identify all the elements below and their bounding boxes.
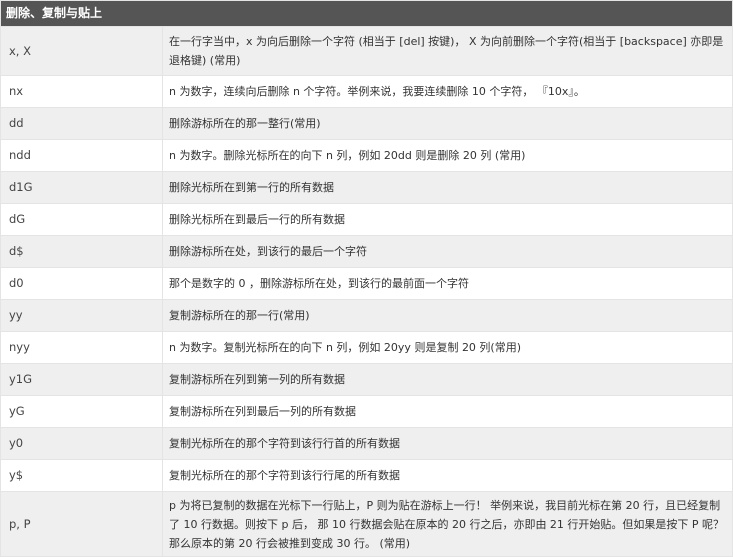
command-cell: nx — [0, 75, 163, 108]
table-row: yG 复制游标所在列到最后一列的所有数据 — [0, 395, 733, 428]
command-cell: dG — [0, 203, 163, 236]
command-cell: d0 — [0, 267, 163, 300]
command-cell: y0 — [0, 427, 163, 460]
description-cell: n 为数字。删除光标所在的向下 n 列，例如 20dd 则是删除 20 列 (常… — [162, 139, 733, 172]
command-cell: ndd — [0, 139, 163, 172]
command-cell: x, X — [0, 26, 163, 76]
description-cell: 那个是数字的 0 ，删除游标所在处，到该行的最前面一个字符 — [162, 267, 733, 300]
description-cell: 复制游标所在列到最后一列的所有数据 — [162, 395, 733, 428]
description-cell: 删除光标所在到最后一行的所有数据 — [162, 203, 733, 236]
table-row: y1G 复制游标所在列到第一列的所有数据 — [0, 363, 733, 396]
description-cell: p 为将已复制的数据在光标下一行贴上，P 则为贴在游标上一行！ 举例来说，我目前… — [162, 491, 733, 557]
command-table: 删除、复制与贴上 x, X 在一行字当中，x 为向后删除一个字符 (相当于 [d… — [0, 0, 733, 557]
table-row: nyy n 为数字。复制光标所在的向下 n 列，例如 20yy 则是复制 20 … — [0, 331, 733, 364]
table-row: dG 删除光标所在到最后一行的所有数据 — [0, 203, 733, 236]
description-cell: 复制游标所在列到第一列的所有数据 — [162, 363, 733, 396]
command-cell: dd — [0, 107, 163, 140]
command-cell: yG — [0, 395, 163, 428]
command-cell: y$ — [0, 459, 163, 492]
command-cell: p, P — [0, 491, 163, 557]
description-cell: 删除游标所在的那一整行(常用) — [162, 107, 733, 140]
table-header-row: 删除、复制与贴上 — [0, 0, 733, 27]
description-cell: 删除光标所在到第一行的所有数据 — [162, 171, 733, 204]
command-cell: yy — [0, 299, 163, 332]
section-header: 删除、复制与贴上 — [0, 0, 733, 27]
table-row: d0 那个是数字的 0 ，删除游标所在处，到该行的最前面一个字符 — [0, 267, 733, 300]
table-row: d1G 删除光标所在到第一行的所有数据 — [0, 171, 733, 204]
table-row: p, P p 为将已复制的数据在光标下一行贴上，P 则为贴在游标上一行！ 举例来… — [0, 491, 733, 557]
description-cell: 复制光标所在的那个字符到该行行首的所有数据 — [162, 427, 733, 460]
command-cell: d1G — [0, 171, 163, 204]
table-row: y$ 复制光标所在的那个字符到该行行尾的所有数据 — [0, 459, 733, 492]
command-cell: d$ — [0, 235, 163, 268]
table-row: x, X 在一行字当中，x 为向后删除一个字符 (相当于 [del] 按键)， … — [0, 26, 733, 76]
command-cell: y1G — [0, 363, 163, 396]
description-cell: 复制游标所在的那一行(常用) — [162, 299, 733, 332]
description-cell: n 为数字。复制光标所在的向下 n 列，例如 20yy 则是复制 20 列(常用… — [162, 331, 733, 364]
table-row: d$ 删除游标所在处，到该行的最后一个字符 — [0, 235, 733, 268]
table-row: y0 复制光标所在的那个字符到该行行首的所有数据 — [0, 427, 733, 460]
description-cell: 在一行字当中，x 为向后删除一个字符 (相当于 [del] 按键)， X 为向前… — [162, 26, 733, 76]
table-row: nx n 为数字，连续向后删除 n 个字符。举例来说，我要连续删除 10 个字符… — [0, 75, 733, 108]
command-cell: nyy — [0, 331, 163, 364]
table-row: ndd n 为数字。删除光标所在的向下 n 列，例如 20dd 则是删除 20 … — [0, 139, 733, 172]
description-cell: 复制光标所在的那个字符到该行行尾的所有数据 — [162, 459, 733, 492]
description-cell: n 为数字，连续向后删除 n 个字符。举例来说，我要连续删除 10 个字符， 『… — [162, 75, 733, 108]
table-row: yy 复制游标所在的那一行(常用) — [0, 299, 733, 332]
table-row: dd 删除游标所在的那一整行(常用) — [0, 107, 733, 140]
description-cell: 删除游标所在处，到该行的最后一个字符 — [162, 235, 733, 268]
